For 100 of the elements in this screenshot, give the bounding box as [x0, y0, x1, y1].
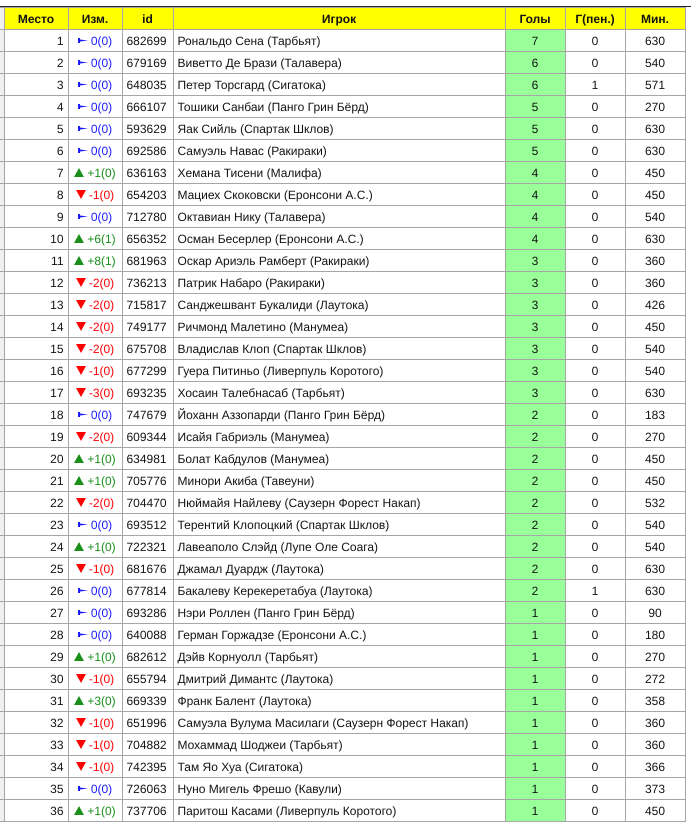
table-cell: 27 — [4, 602, 68, 624]
table-cell: Самуэль Навас (Ракираки) — [173, 140, 505, 162]
table-cell: 4 — [505, 206, 565, 228]
column-header: Голы — [505, 8, 565, 30]
table-cell: 0 — [565, 712, 625, 734]
change-value: -1(0) — [88, 760, 114, 774]
table-cell: 21 — [4, 470, 68, 492]
table-cell: 1 — [505, 756, 565, 778]
table-cell: 736213 — [122, 272, 173, 294]
change-value: 0(0) — [90, 56, 112, 70]
table-cell: Владислав Клоп (Спартак Шклов) — [173, 338, 505, 360]
column-header: Г(пен.) — [565, 8, 625, 30]
table-cell: 681963 — [122, 250, 173, 272]
table-cell: 654203 — [122, 184, 173, 206]
table-cell: 0 — [565, 316, 625, 338]
table-cell: 540 — [625, 360, 685, 382]
change-value: 0(0) — [90, 584, 112, 598]
table-cell: 3 — [505, 360, 565, 382]
change-value: 0(0) — [90, 606, 112, 620]
table-cell: Франк Балент (Лаутока) — [173, 690, 505, 712]
table-cell: 10 — [4, 228, 68, 250]
change-value: +1(0) — [87, 804, 116, 818]
table-cell: 1 — [4, 30, 68, 52]
table-cell: 0 — [565, 250, 625, 272]
change-value: 0(0) — [90, 144, 112, 158]
table-cell: 0 — [565, 162, 625, 184]
table-cell: 366 — [625, 756, 685, 778]
change-value: 0(0) — [90, 628, 112, 642]
table-cell: 7 — [4, 162, 68, 184]
table-cell: 6 — [4, 140, 68, 162]
change-value: -3(0) — [88, 386, 114, 400]
table-cell: 1 — [505, 646, 565, 668]
table-cell: 2 — [505, 580, 565, 602]
change-value: 0(0) — [90, 100, 112, 114]
column-header: Мин. — [625, 8, 685, 30]
table-cell: 540 — [625, 338, 685, 360]
table-cell: 1 — [505, 690, 565, 712]
change-value: +1(0) — [87, 166, 116, 180]
table-cell: 630 — [625, 580, 685, 602]
table-cell: Мациех Скоковски (Еронсони А.С.) — [173, 184, 505, 206]
change-value: +1(0) — [87, 452, 116, 466]
table-cell: 2 — [505, 426, 565, 448]
table-cell: 30 — [4, 668, 68, 690]
table-cell: 2 — [4, 52, 68, 74]
table-cell: Рональдо Сена (Тарбьят) — [173, 30, 505, 52]
table-cell: 6 — [505, 52, 565, 74]
table-cell: Дэйв Корнуолл (Тарбьят) — [173, 646, 505, 668]
table-cell: Джамал Дуардж (Лаутока) — [173, 558, 505, 580]
table-cell: 0 — [565, 756, 625, 778]
table-cell: 0 — [565, 228, 625, 250]
table-cell: 450 — [625, 162, 685, 184]
table-cell: Болат Кабдулов (Манумеа) — [173, 448, 505, 470]
table-cell: Виветто Де Брази (Талавера) — [173, 52, 505, 74]
table-cell: Ричмонд Малетино (Манумеа) — [173, 316, 505, 338]
table-cell: 0 — [565, 492, 625, 514]
table-cell: 4 — [505, 184, 565, 206]
table-cell: 270 — [625, 646, 685, 668]
change-value: -1(0) — [88, 188, 114, 202]
table-cell: Санджешвант Букалиди (Лаутока) — [173, 294, 505, 316]
table-cell: 609344 — [122, 426, 173, 448]
change-value: +6(1) — [87, 232, 116, 246]
table-cell: 0 — [565, 690, 625, 712]
table-cell: 90 — [625, 602, 685, 624]
table-cell: 656352 — [122, 228, 173, 250]
table-cell: 0 — [565, 184, 625, 206]
table-cell: 655794 — [122, 668, 173, 690]
table-cell: 5 — [505, 140, 565, 162]
change-value: 0(0) — [90, 34, 112, 48]
table-cell: 0 — [565, 536, 625, 558]
table-cell: 14 — [4, 316, 68, 338]
change-value: -1(0) — [88, 562, 114, 576]
table-cell: 712780 — [122, 206, 173, 228]
table-cell: 15 — [4, 338, 68, 360]
table-cell: 360 — [625, 712, 685, 734]
table-cell: 679169 — [122, 52, 173, 74]
change-value: 0(0) — [90, 782, 112, 796]
table-cell: 0 — [565, 404, 625, 426]
table-cell: Йоханн Аззопарди (Панго Грин Бёрд) — [173, 404, 505, 426]
table-cell: 0 — [565, 800, 625, 822]
table-cell: 360 — [625, 250, 685, 272]
table-cell: 0 — [565, 96, 625, 118]
table-cell: 1 — [505, 668, 565, 690]
table-cell: 183 — [625, 404, 685, 426]
table-cell: 272 — [625, 668, 685, 690]
table-cell: 1 — [505, 602, 565, 624]
table-cell: 704882 — [122, 734, 173, 756]
table-cell: 0 — [565, 558, 625, 580]
table-cell: 540 — [625, 536, 685, 558]
table-cell: 677814 — [122, 580, 173, 602]
table-cell: 693286 — [122, 602, 173, 624]
table-cell: 693512 — [122, 514, 173, 536]
table-cell: 450 — [625, 184, 685, 206]
table-cell: 31 — [4, 690, 68, 712]
table-cell: 35 — [4, 778, 68, 800]
table-cell: Дмитрий Димантс (Лаутока) — [173, 668, 505, 690]
table-cell: 180 — [625, 624, 685, 646]
table-cell: 270 — [625, 96, 685, 118]
table-cell: 11 — [4, 250, 68, 272]
change-value: -1(0) — [88, 672, 114, 686]
table-cell: Октавиан Нику (Талавера) — [173, 206, 505, 228]
